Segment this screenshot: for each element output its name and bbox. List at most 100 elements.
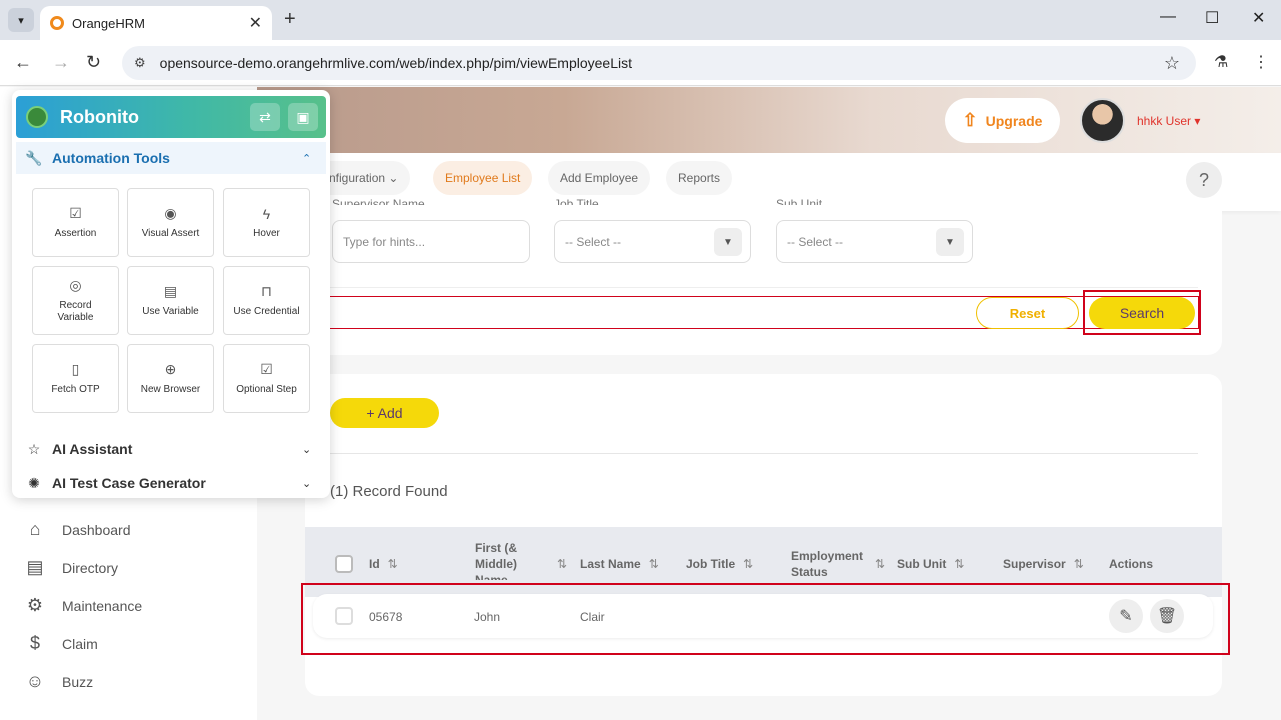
tool-assertion[interactable]: ☑ Assertion	[32, 188, 119, 257]
sub-unit-select[interactable]: -- Select -- ▼	[776, 220, 973, 263]
reset-button[interactable]: Reset	[976, 297, 1079, 329]
job-title-label: Job Title	[554, 197, 599, 205]
checkbox-icon: ☑	[69, 205, 82, 221]
lab-flask-icon[interactable]: ⚗	[1214, 52, 1228, 72]
maximize-icon[interactable]: ☐	[1205, 8, 1219, 28]
sort-icon[interactable]: ⇅	[557, 556, 567, 572]
tool-new-browser[interactable]: ⊕ New Browser	[127, 344, 214, 413]
url-text: opensource-demo.orangehrmlive.com/web/in…	[159, 55, 633, 71]
add-button[interactable]: + Add	[330, 398, 439, 428]
supervisor-label: Supervisor Name	[332, 197, 425, 205]
tab-add-employee[interactable]: Add Employee	[548, 161, 651, 195]
site-info-icon[interactable]: ⚙	[134, 55, 146, 71]
browser-menu-icon[interactable]: ⋮	[1253, 52, 1269, 72]
save-icon[interactable]: ▣	[288, 103, 318, 131]
upgrade-arrow-icon: ⇧	[962, 110, 978, 130]
caret-down-icon: ▼	[714, 228, 742, 256]
search-highlight-box	[1083, 290, 1201, 335]
sort-icon: ⇅	[387, 557, 398, 571]
tool-optional-step[interactable]: ☑ Optional Step	[223, 344, 310, 413]
close-tab-icon[interactable]: ✕	[249, 13, 262, 33]
sidebar-item-dashboard[interactable]: ⌂ Dashboard	[22, 519, 131, 540]
browser-toolbar: ← → ↻ ⚙ opensource-demo.orangehrmlive.co…	[0, 40, 1281, 86]
ai-test-case-generator-accordion[interactable]: ✺ AI Test Case Generator ⌄	[16, 467, 326, 499]
maintenance-gear-icon: ⚙	[26, 595, 44, 615]
divider	[330, 453, 1198, 454]
select-all-checkbox[interactable]	[335, 555, 353, 573]
username-label: hhkk User	[1137, 114, 1192, 128]
column-header-sub-unit[interactable]: Sub Unit ⇅	[897, 556, 964, 572]
minimize-icon[interactable]: —	[1160, 8, 1176, 26]
tool-hover[interactable]: ϟ Hover	[223, 188, 310, 257]
ai-assistant-accordion[interactable]: ☆ AI Assistant ⌄	[16, 433, 326, 465]
help-button[interactable]: ?	[1186, 162, 1222, 198]
bookmark-star-icon[interactable]: ☆	[1164, 53, 1180, 74]
divider	[330, 287, 1198, 288]
automation-tools-accordion[interactable]: 🔧 Automation Tools ⌃	[16, 142, 326, 174]
chevron-down-icon: ⌄	[302, 443, 312, 456]
accordion-label: Automation Tools	[52, 150, 170, 166]
lightning-icon: ϟ	[262, 205, 271, 222]
sort-icon[interactable]: ⇅	[875, 556, 885, 572]
forward-icon[interactable]: →	[52, 52, 70, 73]
column-header-id[interactable]: Id ⇅	[369, 556, 398, 572]
tool-use-credential[interactable]: ⊓ Use Credential	[223, 266, 310, 335]
row-highlight-box	[301, 583, 1230, 655]
buzz-icon: ☺	[25, 671, 45, 691]
sidebar-item-label: Maintenance	[62, 597, 143, 614]
avatar[interactable]	[1080, 98, 1125, 143]
star-icon: ☆	[27, 440, 41, 457]
sidebar-item-claim[interactable]: $ Claim	[22, 633, 98, 654]
robonito-panel: Robonito ⇄ ▣ 🔧 Automation Tools ⌃ ☑ Asser…	[12, 90, 330, 498]
sub-unit-label: Sub Unit	[776, 197, 823, 205]
supervisor-input[interactable]: Type for hints...	[332, 220, 530, 263]
column-header-first-name[interactable]: First (& Middle) Name	[475, 540, 545, 580]
column-header-employment-status[interactable]: Employment Status	[791, 548, 863, 580]
tool-visual-assert[interactable]: ◉ Visual Assert	[127, 188, 214, 257]
robonito-header: Robonito ⇄ ▣	[16, 96, 326, 138]
accordion-label: AI Assistant	[52, 441, 133, 457]
tab-label: Reports	[678, 171, 721, 185]
browser-tab[interactable]: OrangeHRM ✕	[40, 6, 272, 40]
top-header	[257, 87, 1281, 153]
sort-icon: ⇅	[1073, 557, 1084, 571]
column-header-job-title[interactable]: Job Title ⇅	[686, 556, 753, 572]
phone-icon: ▯	[71, 361, 80, 377]
tab-reports[interactable]: Reports	[666, 161, 733, 195]
column-header-supervisor[interactable]: Supervisor ⇅	[1003, 556, 1084, 572]
job-title-select[interactable]: -- Select -- ▼	[554, 220, 751, 263]
tab-label: nfiguration	[329, 171, 386, 185]
address-bar[interactable]: ⚙ opensource-demo.orangehrmlive.com/web/…	[122, 46, 1196, 80]
back-icon[interactable]: ←	[14, 52, 32, 73]
tool-use-variable[interactable]: ▤ Use Variable	[127, 266, 214, 335]
sidebar-item-directory[interactable]: ▤ Directory	[22, 557, 118, 578]
tool-fetch-otp[interactable]: ▯ Fetch OTP	[32, 344, 119, 413]
tab-label: Add Employee	[560, 171, 639, 185]
orangehrm-favicon-icon	[50, 16, 64, 30]
close-window-icon[interactable]: ✕	[1252, 8, 1265, 28]
accordion-label: AI Test Case Generator	[52, 475, 206, 491]
chevron-up-icon: ⌃	[302, 152, 312, 165]
chevron-down-icon: ⌄	[302, 477, 312, 490]
sort-icon: ⇅	[648, 557, 659, 571]
supervisor-placeholder: Type for hints...	[343, 234, 426, 249]
record-icon: ◎	[69, 277, 82, 293]
swap-icon[interactable]: ⇄	[250, 103, 280, 131]
sidebar-item-maintenance[interactable]: ⚙ Maintenance	[22, 595, 142, 616]
tab-employee-list[interactable]: Employee List	[433, 161, 533, 195]
sidebar-item-buzz[interactable]: ☺ Buzz	[22, 671, 93, 692]
tab-search-chevron-icon[interactable]: ▾	[8, 8, 34, 32]
tab-configuration[interactable]: nfiguration ⌄	[325, 161, 411, 195]
reload-icon[interactable]: ↻	[86, 52, 101, 73]
claim-icon: $	[29, 633, 40, 653]
sub-unit-value: -- Select --	[787, 234, 844, 249]
user-dropdown[interactable]: hhkk User ▾	[1137, 114, 1200, 128]
tool-record-variable[interactable]: ◎ Record Variable	[32, 266, 119, 335]
sidebar-item-label: Directory	[62, 559, 119, 576]
sort-icon: ⇅	[743, 557, 754, 571]
sidebar-item-label: Claim	[62, 635, 98, 652]
column-header-last-name[interactable]: Last Name ⇅	[580, 556, 659, 572]
new-tab-icon[interactable]: +	[284, 8, 296, 31]
upgrade-button[interactable]: ⇧ Upgrade	[945, 98, 1060, 143]
directory-icon: ▤	[26, 557, 44, 577]
